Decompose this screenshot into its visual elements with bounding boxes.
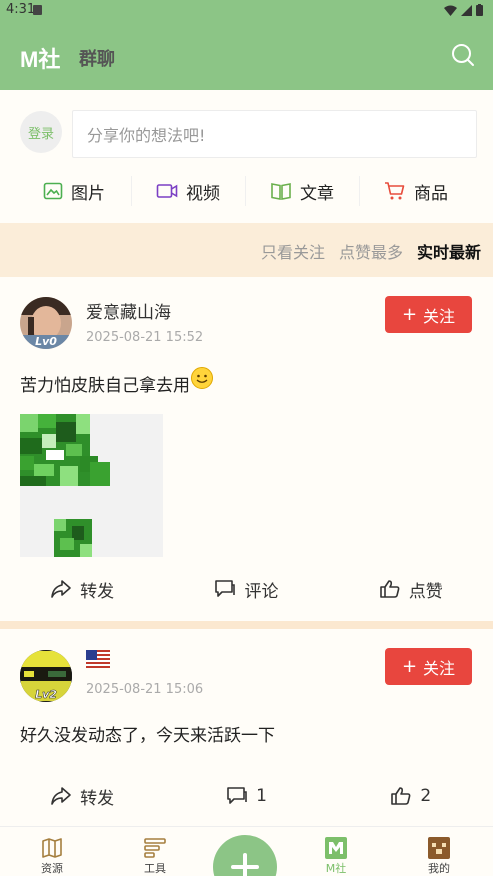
nav-resources-label: 资源 (41, 862, 63, 875)
post-product-label: 商品 (414, 183, 448, 204)
username[interactable]: 爱意藏山海 (86, 298, 171, 323)
like-label: 点赞 (408, 581, 443, 602)
filter-following[interactable]: 只看关注 (261, 239, 325, 263)
post-type-bar: 图片 视频 文章 商品 (0, 168, 493, 214)
post-actions: 转发 1 2 (0, 776, 493, 816)
post-actions: 转发 评论 点赞 (0, 569, 493, 609)
battery-icon (476, 4, 483, 16)
signal-icon (461, 4, 472, 16)
repost-button[interactable]: 转发 (0, 776, 164, 816)
repost-label: 转发 (80, 581, 115, 602)
post-article-label: 文章 (300, 183, 334, 204)
like-button[interactable]: 2 (329, 776, 493, 816)
plus-icon: + (401, 656, 418, 677)
nav-tools[interactable]: 工具 (125, 827, 185, 876)
m-community-icon (325, 837, 347, 859)
level-badge: Lv2 (35, 688, 57, 701)
repost-label: 转发 (80, 788, 115, 809)
search-icon[interactable] (450, 42, 476, 68)
post-video-label: 视频 (186, 183, 220, 204)
share-arrow-icon (51, 787, 71, 805)
post-text: 好久没发动态了，今天来活跃一下 (20, 726, 275, 746)
follow-button[interactable]: + 关注 (385, 296, 472, 333)
composer: 登录 分享你的想法吧! 图片 视频 文章 商品 (0, 90, 493, 223)
feed-filter-bar: 只看关注 点赞最多 实时最新 (0, 223, 493, 277)
post-image-label: 图片 (71, 183, 105, 204)
follow-label: 关注 (423, 658, 456, 678)
plus-icon (231, 853, 259, 876)
plus-icon: + (401, 304, 418, 325)
status-bar: 4:31 (0, 0, 493, 20)
post-image[interactable] (20, 414, 163, 557)
map-icon (42, 838, 62, 858)
thumbs-up-icon (380, 580, 400, 598)
share-arrow-icon (51, 580, 71, 598)
post-card: Lv2 2025-08-21 15:06 + 关注 好久没发动态了，今天来活跃一… (0, 629, 493, 826)
comment-icon (227, 787, 247, 804)
app-bar: M社 群聊 (0, 20, 493, 90)
like-button[interactable]: 点赞 (329, 569, 493, 609)
smiley-emoji-icon (191, 366, 213, 389)
comment-label: 评论 (244, 581, 279, 602)
post-video-button[interactable]: 视频 (131, 168, 245, 214)
us-flag-icon (86, 650, 110, 668)
post-product-button[interactable]: 商品 (359, 168, 473, 214)
post-card: Lv0 爱意藏山海 2025-08-21 15:52 + 关注 苦力怕皮肤自己拿… (0, 277, 493, 621)
filter-most-liked[interactable]: 点赞最多 (339, 239, 403, 263)
login-label: 登录 (27, 126, 54, 142)
share-placeholder: 分享你的想法吧! (87, 126, 206, 145)
add-post-button[interactable] (213, 835, 277, 876)
nav-m-community-label: M社 (325, 862, 347, 875)
post-image-button[interactable]: 图片 (17, 168, 131, 214)
tools-icon (144, 838, 166, 858)
post-divider (0, 621, 493, 629)
follow-button[interactable]: + 关注 (385, 648, 472, 685)
comment-count: 1 (256, 786, 267, 806)
avatar[interactable]: Lv2 (20, 650, 72, 702)
like-count: 2 (420, 786, 432, 806)
thumbs-up-icon (391, 787, 411, 805)
nav-tools-label: 工具 (144, 862, 166, 875)
nav-m-community[interactable]: M社 (306, 827, 366, 876)
post-content: 好久没发动态了，今天来活跃一下 (20, 721, 275, 746)
image-icon (43, 182, 63, 200)
repost-button[interactable]: 转发 (0, 569, 164, 609)
app-logo: M社 (20, 47, 61, 72)
status-icons (444, 4, 483, 16)
level-badge: Lv0 (35, 335, 57, 348)
share-input[interactable]: 分享你的想法吧! (72, 110, 477, 158)
profile-icon (428, 837, 450, 859)
post-date: 2025-08-21 15:06 (86, 682, 204, 697)
post-article-button[interactable]: 文章 (245, 168, 359, 214)
post-text: 苦力怕皮肤自己拿去用 (20, 376, 190, 396)
avatar[interactable]: Lv0 (20, 297, 72, 349)
nav-profile-label: 我的 (428, 862, 450, 875)
page-title[interactable]: 群聊 (79, 45, 115, 71)
filter-latest[interactable]: 实时最新 (417, 239, 481, 263)
post-content: 苦力怕皮肤自己拿去用 (20, 366, 214, 396)
cart-icon (385, 182, 405, 200)
status-time: 4:31 (6, 2, 36, 17)
video-icon (156, 184, 178, 198)
login-button[interactable]: 登录 (20, 111, 62, 153)
follow-label: 关注 (423, 306, 456, 326)
bottom-nav: 资源 工具 M社 我的 (0, 826, 493, 876)
nav-resources[interactable]: 资源 (22, 827, 82, 876)
comment-button[interactable]: 评论 (164, 569, 328, 609)
sd-card-icon (33, 5, 42, 15)
nav-profile[interactable]: 我的 (409, 827, 469, 876)
post-date: 2025-08-21 15:52 (86, 330, 204, 345)
book-icon (271, 183, 291, 200)
comment-icon (215, 580, 236, 597)
comment-button[interactable]: 1 (164, 776, 328, 816)
username[interactable] (86, 650, 110, 673)
wifi-icon (444, 5, 457, 16)
